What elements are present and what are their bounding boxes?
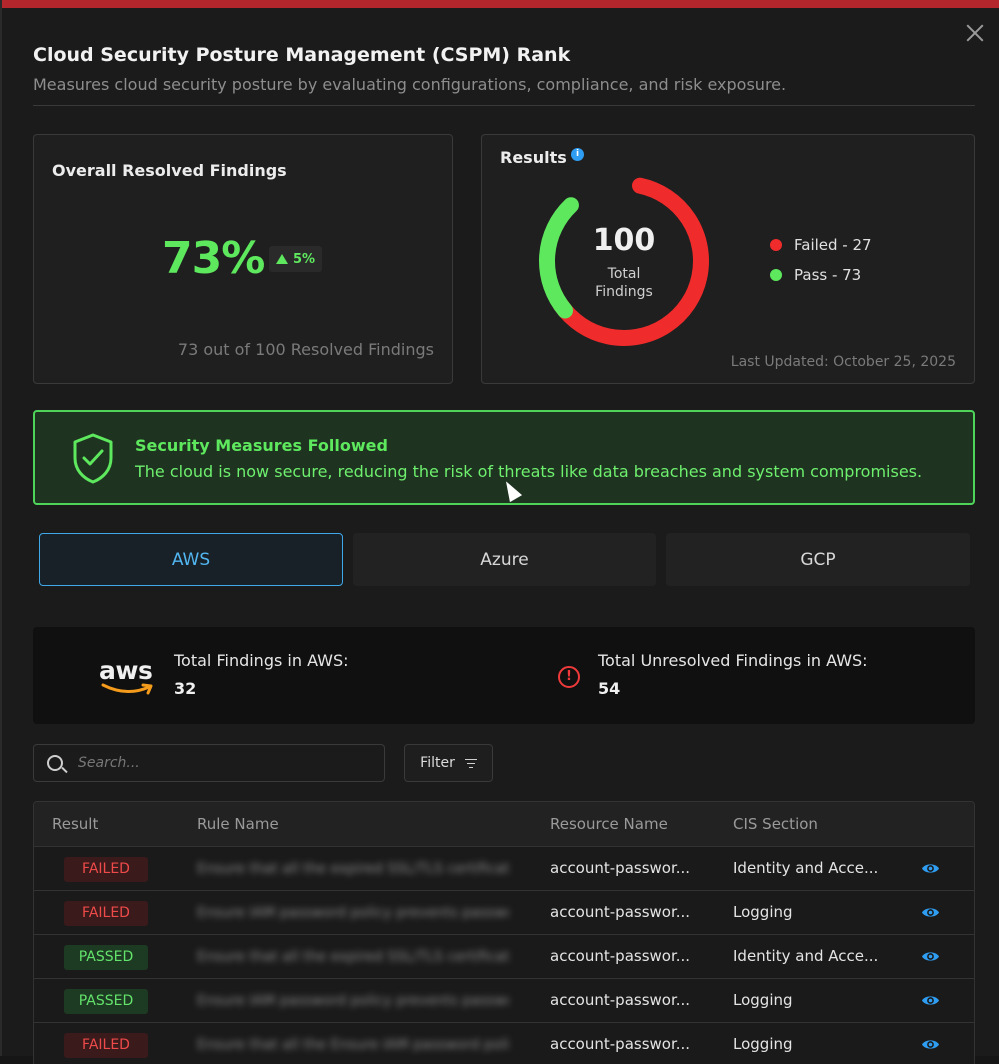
table-row[interactable]: PASSED Ensure that all the expired SSL/TL… [34, 934, 974, 978]
tab-aws[interactable]: AWS [39, 533, 343, 586]
aws-logo: aws [99, 656, 159, 696]
tab-azure[interactable]: Azure [353, 533, 656, 586]
failed-dot-icon [770, 239, 782, 251]
table-row[interactable]: FAILED Ensure that all the Ensure IAM pas… [34, 1022, 974, 1064]
caption-line-2: Findings [595, 284, 653, 300]
overall-card-title: Overall Resolved Findings [52, 161, 287, 180]
cis-section-cell: Logging [733, 991, 793, 1009]
info-icon[interactable]: i [571, 148, 584, 161]
alert-circle-icon: ! [558, 666, 580, 688]
total-findings-value: 32 [174, 679, 197, 698]
resource-name-cell: account-passwor... [550, 947, 691, 965]
donut-pass-arc [539, 176, 709, 346]
banner-title: Security Measures Followed [135, 436, 388, 455]
resolved-note: 73 out of 100 Resolved Findings [177, 340, 434, 359]
results-card: Results i 100 Total Findings Failed - 27… [481, 134, 975, 384]
results-card-title: Results [500, 148, 567, 167]
last-updated: Last Updated: October 25, 2025 [730, 354, 956, 370]
delta-value: 5% [293, 251, 316, 267]
result-badge: FAILED [64, 857, 148, 882]
search-box [33, 744, 385, 782]
delta-badge: 5% [269, 246, 323, 272]
filter-label: Filter [420, 755, 455, 771]
unresolved-findings-value: 54 [598, 679, 621, 698]
rule-name-cell: Ensure that all the Ensure IAM password … [197, 1037, 509, 1053]
modal-title: Cloud Security Posture Management (CSPM)… [33, 44, 571, 66]
eye-icon[interactable] [921, 948, 940, 965]
resource-name-cell: account-passwor... [550, 1035, 691, 1053]
header-cis-section[interactable]: CIS Section [733, 815, 818, 833]
table-header: Result Rule Name Resource Name CIS Secti… [34, 802, 974, 846]
search-input[interactable] [78, 753, 368, 773]
modal-top-border [2, 0, 999, 8]
table-row[interactable]: FAILED Ensure that all the expired SSL/TL… [34, 846, 974, 890]
eye-icon[interactable] [921, 992, 940, 1009]
rule-name-cell: Ensure that all the expired SSL/TLS cert… [197, 949, 509, 965]
legend-failed: Failed - 27 [770, 236, 872, 254]
result-badge: FAILED [64, 1033, 148, 1058]
table-row[interactable]: FAILED Ensure IAM password policy prevent… [34, 890, 974, 934]
filter-button[interactable]: Filter [404, 744, 493, 782]
header-divider [33, 105, 975, 106]
cis-section-cell: Logging [733, 1035, 793, 1053]
overall-resolved-card: Overall Resolved Findings 73% 5% 73 out … [33, 134, 453, 384]
findings-table: Result Rule Name Resource Name CIS Secti… [33, 801, 975, 1064]
tab-gcp[interactable]: GCP [666, 533, 970, 586]
cis-section-cell: Logging [733, 903, 793, 921]
rule-name-cell: Ensure IAM password policy prevents pass… [197, 993, 509, 1009]
trend-up-icon [276, 254, 288, 264]
donut-failed-arc [539, 176, 709, 346]
aws-summary-panel: aws Total Findings in AWS: 32 ! Total Un… [33, 627, 975, 724]
total-findings-label: Total Findings in AWS: [174, 651, 349, 670]
shield-check-icon [73, 433, 113, 484]
eye-icon[interactable] [921, 1036, 940, 1053]
rule-name-cell: Ensure that all the expired SSL/TLS cert… [197, 861, 509, 877]
unresolved-findings-label: Total Unresolved Findings in AWS: [598, 651, 868, 670]
results-donut-chart [539, 176, 709, 346]
rule-name-cell: Ensure IAM password policy prevents pass… [197, 905, 509, 921]
header-result[interactable]: Result [52, 815, 98, 833]
resource-name-cell: account-passwor... [550, 991, 691, 1009]
total-findings-number: 100 [592, 223, 656, 258]
table-row[interactable]: PASSED Ensure IAM password policy prevent… [34, 978, 974, 1022]
result-badge: PASSED [64, 989, 148, 1014]
pass-dot-icon [770, 269, 782, 281]
header-rule-name[interactable]: Rule Name [197, 815, 279, 833]
modal-subtitle: Measures cloud security posture by evalu… [33, 75, 787, 94]
caption-line-1: Total [607, 266, 641, 282]
resolved-percentage: 73% [162, 233, 265, 284]
result-badge: FAILED [64, 901, 148, 926]
total-findings-caption: Total Findings [535, 265, 713, 301]
close-icon[interactable] [964, 22, 986, 44]
eye-icon[interactable] [921, 860, 940, 877]
resource-name-cell: account-passwor... [550, 903, 691, 921]
cis-section-cell: Identity and Acce... [733, 859, 879, 877]
header-resource-name[interactable]: Resource Name [550, 815, 668, 833]
resource-name-cell: account-passwor... [550, 859, 691, 877]
legend-pass: Pass - 73 [770, 266, 861, 284]
banner-text: The cloud is now secure, reducing the ri… [135, 462, 923, 481]
eye-icon[interactable] [921, 904, 940, 921]
search-icon [47, 755, 63, 771]
aws-smile-icon [101, 683, 153, 695]
cspm-modal: Cloud Security Posture Management (CSPM)… [0, 0, 999, 1064]
cis-section-cell: Identity and Acce... [733, 947, 879, 965]
legend-failed-label: Failed - 27 [794, 236, 872, 254]
legend-pass-label: Pass - 73 [794, 266, 862, 284]
result-badge: PASSED [64, 945, 148, 970]
filter-icon [464, 758, 477, 768]
aws-logo-text: aws [99, 656, 153, 685]
